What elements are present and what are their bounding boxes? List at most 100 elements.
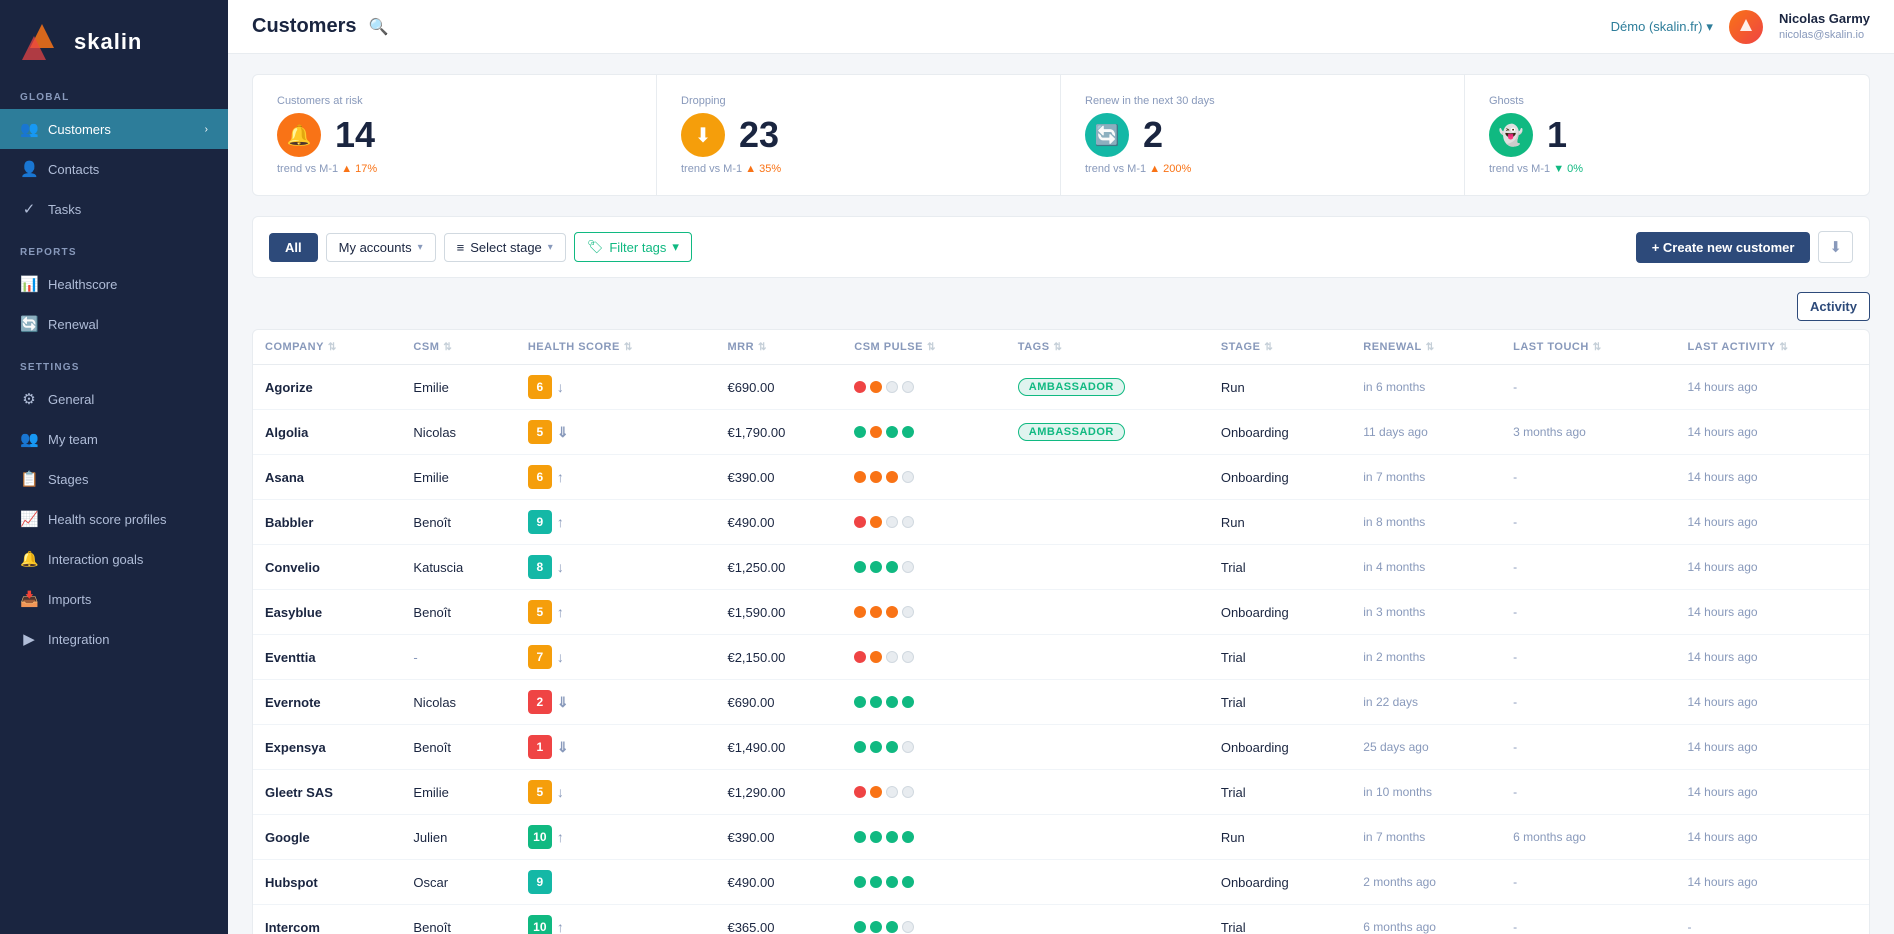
- sidebar-item-general[interactable]: ⚙General: [0, 379, 228, 419]
- table-row[interactable]: AgorizeEmilie6↓€690.00AMBASSADORRunin 6 …: [253, 365, 1869, 410]
- col-header-csm-pulse[interactable]: CSM Pulse⇅: [842, 330, 1006, 365]
- sidebar-section-label-reports: REPORTS: [0, 229, 228, 264]
- sidebar-item-renewal[interactable]: 🔄Renewal: [0, 304, 228, 344]
- table-row[interactable]: EasyblueBenoît5↑€1,590.00Onboardingin 3 …: [253, 590, 1869, 635]
- sidebar-item-imports[interactable]: 📥 Imports: [0, 579, 228, 619]
- stages-icon: 📋: [20, 470, 38, 488]
- cell-stage-0: Run: [1209, 365, 1351, 410]
- myteam-icon: 👥: [20, 430, 38, 448]
- health-badge-2: 6↑: [528, 465, 564, 489]
- stat-trend-value-3: ▼ 0%: [1553, 163, 1583, 175]
- table-row[interactable]: ConvelioKatuscia8↓€1,250.00Trialin 4 mon…: [253, 545, 1869, 590]
- cell-health-7: 2⇓: [516, 680, 716, 725]
- table-row[interactable]: Eventtia-7↓€2,150.00Trialin 2 months-14 …: [253, 635, 1869, 680]
- sidebar-item-healthprofiles[interactable]: 📈Health score profiles: [0, 499, 228, 539]
- col-header-company[interactable]: Company⇅: [253, 330, 401, 365]
- pulse-dot-9-1: [870, 786, 882, 798]
- sidebar-item-contacts[interactable]: 👤Contacts: [0, 149, 228, 189]
- health-trend-6: ↓: [557, 649, 564, 665]
- table-row[interactable]: ExpensyaBenoît1⇓€1,490.00Onboarding25 da…: [253, 725, 1869, 770]
- sidebar-item-customers[interactable]: 👥Customers›: [0, 109, 228, 149]
- col-header-last-touch[interactable]: Last Touch⇅: [1501, 330, 1675, 365]
- col-header-tags[interactable]: Tags⇅: [1006, 330, 1209, 365]
- sidebar-item-myteam[interactable]: 👥My team: [0, 419, 228, 459]
- sidebar-item-integration[interactable]: ▶Integration: [0, 619, 228, 659]
- cell-mrr-6: €2,150.00: [715, 635, 842, 680]
- customers-table-element: Company⇅CSM⇅Health score⇅MRR⇅CSM Pulse⇅T…: [253, 330, 1869, 934]
- pulse-dot-8-0: [854, 741, 866, 753]
- select-stage-button[interactable]: ≡ Select stage ▾: [444, 233, 566, 262]
- stat-number-2: 2: [1143, 114, 1163, 156]
- cell-renewal-8: 25 days ago: [1351, 725, 1501, 770]
- activity-button[interactable]: Activity: [1797, 292, 1870, 321]
- cell-company-6: Eventtia: [253, 635, 401, 680]
- demo-selector[interactable]: Démo (skalin.fr) ▾: [1611, 19, 1713, 35]
- cell-renewal-10: in 7 months: [1351, 815, 1501, 860]
- col-header-health-score[interactable]: Health score⇅: [516, 330, 716, 365]
- filter-tags-button[interactable]: 🏷 Filter tags ▾: [574, 232, 692, 262]
- col-header-stage[interactable]: Stage⇅: [1209, 330, 1351, 365]
- stat-card-0: Customers at risk 🔔 14 trend vs M-1 ▲ 17…: [253, 75, 657, 195]
- pulse-dot-12-0: [854, 921, 866, 933]
- search-icon[interactable]: 🔍: [368, 17, 388, 37]
- sidebar-item-stages[interactable]: 📋 Stages: [0, 459, 228, 499]
- sort-icon-8: ⇅: [1593, 342, 1602, 353]
- cell-company-9: Gleetr SAS: [253, 770, 401, 815]
- sidebar-item-interactiongoals[interactable]: 🔔Interaction goals: [0, 539, 228, 579]
- cell-lasttouch-10: 6 months ago: [1501, 815, 1675, 860]
- col-label-5: Tags: [1018, 341, 1050, 353]
- imports-icon: 📥: [20, 590, 38, 608]
- pulse-dot-4-3: [902, 561, 914, 573]
- sidebar-item-tasks[interactable]: ✓Tasks: [0, 189, 228, 229]
- pulse-dot-2-3: [902, 471, 914, 483]
- pulse-dot-2-2: [886, 471, 898, 483]
- table-row[interactable]: EvernoteNicolas2⇓€690.00Trialin 22 days-…: [253, 680, 1869, 725]
- cell-health-12: 10↑: [516, 905, 716, 934]
- sidebar: skalin GLOBAL👥Customers›👤Contacts✓TasksR…: [0, 0, 228, 934]
- col-header-last-activity[interactable]: Last Activity⇅: [1675, 330, 1869, 365]
- healthscore-icon: 📊: [20, 275, 38, 293]
- sort-icon-1: ⇅: [443, 342, 452, 353]
- col-header-mrr[interactable]: MRR⇅: [715, 330, 842, 365]
- health-badge-9: 5↓: [528, 780, 564, 804]
- cell-lastactivity-0: 14 hours ago: [1675, 365, 1869, 410]
- stat-number-0: 14: [335, 114, 375, 156]
- my-accounts-button[interactable]: My accounts ▾: [326, 233, 436, 262]
- pulse-dot-12-3: [902, 921, 914, 933]
- cell-csm-2: Emilie: [401, 455, 515, 500]
- create-customer-button[interactable]: + Create new customer: [1636, 232, 1811, 263]
- table-row[interactable]: AlgoliaNicolas5⇓€1,790.00AMBASSADOROnboa…: [253, 410, 1869, 455]
- all-filter-button[interactable]: All: [269, 233, 318, 262]
- integration-icon: ▶: [20, 630, 38, 648]
- table-row[interactable]: AsanaEmilie6↑€390.00Onboardingin 7 month…: [253, 455, 1869, 500]
- cell-csm-8: Benoît: [401, 725, 515, 770]
- pulse-dot-10-2: [886, 831, 898, 843]
- pulse-dot-4-1: [870, 561, 882, 573]
- col-header-renewal[interactable]: Renewal⇅: [1351, 330, 1501, 365]
- stat-trend-value-2: ▲ 200%: [1149, 163, 1191, 175]
- sidebar-label-stages: Stages: [48, 472, 208, 487]
- col-header-csm[interactable]: CSM⇅: [401, 330, 515, 365]
- table-row[interactable]: BabblerBenoît9↑€490.00Runin 8 months-14 …: [253, 500, 1869, 545]
- sidebar-section-label-settings: SETTINGS: [0, 344, 228, 379]
- download-button[interactable]: ⬇: [1818, 231, 1853, 263]
- table-row[interactable]: Gleetr SASEmilie5↓€1,290.00Trialin 10 mo…: [253, 770, 1869, 815]
- health-badge-5: 5↑: [528, 600, 564, 624]
- health-badge-3: 9↑: [528, 510, 564, 534]
- table-row[interactable]: IntercomBenoît10↑€365.00Trial6 months ag…: [253, 905, 1869, 934]
- my-accounts-label: My accounts: [339, 240, 412, 255]
- sidebar-label-healthprofiles: Health score profiles: [48, 512, 208, 527]
- table-row[interactable]: GoogleJulien10↑€390.00Runin 7 months6 mo…: [253, 815, 1869, 860]
- sidebar-item-healthscore[interactable]: 📊Healthscore: [0, 264, 228, 304]
- sidebar-label-tasks: Tasks: [48, 202, 208, 217]
- pulse-dot-1-1: [870, 426, 882, 438]
- user-menu[interactable]: Nicolas Garmy nicolas@skalin.io: [1779, 11, 1870, 42]
- table-row[interactable]: HubspotOscar9€490.00Onboarding2 months a…: [253, 860, 1869, 905]
- pulse-dot-3-0: [854, 516, 866, 528]
- cell-health-2: 6↑: [516, 455, 716, 500]
- pulse-dot-3-3: [902, 516, 914, 528]
- cell-stage-5: Onboarding: [1209, 590, 1351, 635]
- sidebar-label-interactiongoals: Interaction goals: [48, 552, 208, 567]
- filter-tags-label: Filter tags: [609, 240, 666, 255]
- sidebar-label-imports: Imports: [48, 592, 208, 607]
